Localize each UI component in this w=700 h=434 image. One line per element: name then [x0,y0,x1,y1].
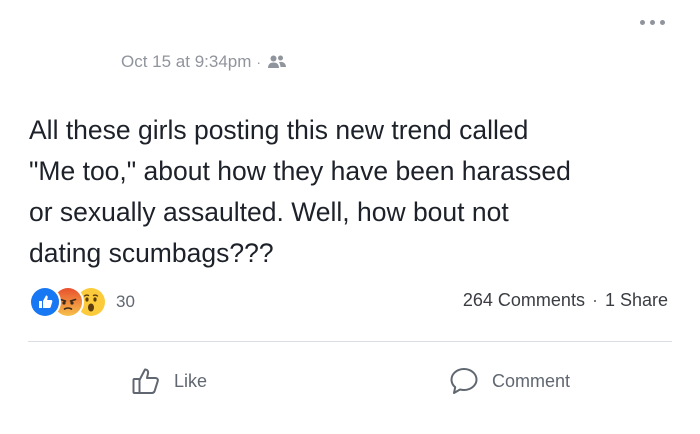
stats-separator: · [591,290,598,310]
like-button[interactable]: Like [129,364,207,398]
reaction-count: 30 [116,292,135,311]
reactions-summary[interactable]: 30 [29,286,135,318]
post-timestamp[interactable]: Oct 15 at 9:34pm [121,52,251,72]
like-reaction-icon [29,286,61,318]
post-meta: Oct 15 at 9:34pm · [121,52,287,72]
meta-separator: · [256,54,262,70]
comment-button-label: Comment [492,370,571,391]
like-button-label: Like [174,370,208,391]
more-dot-icon [649,19,655,25]
comment-bubble-icon [447,364,481,398]
comment-button[interactable]: Comment [447,364,570,398]
more-options-button[interactable] [638,13,666,31]
post-card: Oct 15 at 9:34pm · All these girls posti… [0,0,700,434]
more-dot-icon [659,19,665,25]
shares-count-link[interactable]: 1 Share [605,290,668,311]
friends-icon[interactable] [267,54,287,70]
post-stats: 264 Comments · 1 Share [463,290,668,311]
actions-divider [28,341,672,342]
more-dot-icon [639,19,645,25]
post-text: All these girls posting this new trend c… [29,115,571,268]
comments-count-link[interactable]: 264 Comments [463,290,585,311]
thumbs-up-icon [129,364,163,398]
